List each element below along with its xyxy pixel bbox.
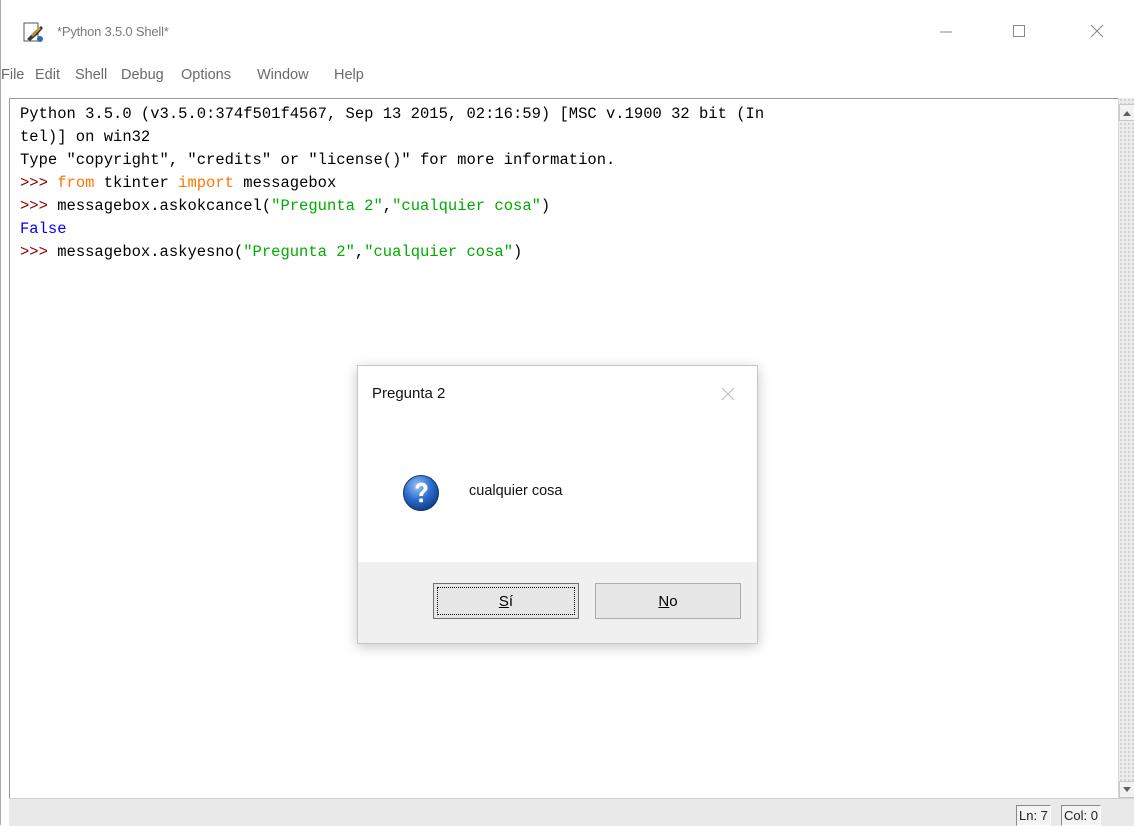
- arrow-up-icon: [1123, 110, 1131, 116]
- no-button-accelerator: N: [658, 592, 670, 610]
- code-text: ): [513, 243, 523, 261]
- maximize-button[interactable]: [999, 16, 1039, 46]
- code-text: messagebox.askyesno(: [57, 243, 244, 261]
- code-text: ): [540, 197, 551, 215]
- keyword: import: [178, 174, 234, 192]
- shell-output: Python 3.5.0 (v3.5.0:374f501f4567, Sep 1…: [20, 103, 764, 264]
- code-text: messagebox: [233, 174, 337, 192]
- menu-file[interactable]: File: [1, 67, 24, 83]
- dialog-button-area: Sí No: [358, 562, 757, 643]
- code-text: ,: [382, 197, 393, 215]
- output-line: False: [20, 220, 67, 238]
- scroll-up-button[interactable]: [1119, 104, 1134, 121]
- banner-line: tel)] on win32: [20, 128, 151, 146]
- menu-options[interactable]: Options: [181, 67, 231, 83]
- string-literal: "cualquier cosa": [392, 197, 541, 215]
- status-bar: Ln: 7 Col: 0: [9, 798, 1134, 826]
- banner-line: Python 3.5.0 (v3.5.0:374f501f4567, Sep 1…: [20, 105, 765, 123]
- arrow-down-icon: [1123, 786, 1131, 792]
- close-icon: [721, 387, 735, 401]
- string-literal: "Pregunta 2": [243, 243, 355, 261]
- focus-ring: [437, 587, 575, 615]
- no-button-label: o: [669, 592, 678, 610]
- dialog-message: cualquier cosa: [469, 483, 563, 499]
- menu-debug[interactable]: Debug: [121, 67, 164, 83]
- menu-edit[interactable]: Edit: [35, 67, 60, 83]
- input-line: >>> from tkinter import messagebox: [20, 172, 764, 195]
- idle-feather-icon: [23, 22, 45, 44]
- messagebox-dialog: Pregunta 2 cualquier cosa Sí No: [357, 365, 758, 644]
- yes-button[interactable]: Sí: [433, 583, 579, 619]
- menu-help[interactable]: Help: [334, 67, 364, 83]
- dialog-close-button[interactable]: [713, 381, 743, 407]
- vertical-scrollbar[interactable]: [1118, 98, 1134, 798]
- code-text: tkinter: [94, 174, 179, 192]
- input-line: >>> messagebox.askyesno("Pregunta 2","cu…: [20, 241, 764, 264]
- close-icon: [1090, 24, 1104, 38]
- no-button[interactable]: No: [595, 583, 741, 619]
- code-text: messagebox.askokcancel(: [57, 197, 272, 215]
- scroll-down-button[interactable]: [1119, 781, 1134, 798]
- prompt: >>>: [20, 243, 58, 261]
- close-button[interactable]: [1077, 16, 1117, 46]
- minimize-icon: [940, 31, 952, 33]
- status-line: Ln: 7: [1016, 805, 1051, 826]
- input-line: >>> messagebox.askokcancel("Pregunta 2",…: [20, 195, 764, 218]
- minimize-button[interactable]: [926, 16, 966, 46]
- prompt: >>>: [20, 197, 58, 215]
- keyword: from: [57, 174, 95, 192]
- menu-shell[interactable]: Shell: [75, 67, 107, 83]
- maximize-icon: [1013, 25, 1025, 37]
- window-title: *Python 3.5.0 Shell*: [57, 24, 169, 39]
- code-text: ,: [354, 243, 365, 261]
- question-icon: [402, 474, 440, 512]
- title-bar[interactable]: *Python 3.5.0 Shell*: [1, 0, 1134, 60]
- menu-bar: File Edit Shell Debug Options Window Hel…: [1, 62, 1134, 90]
- banner-line: Type "copyright", "credits" or "license(…: [20, 151, 616, 169]
- string-literal: "Pregunta 2": [271, 197, 383, 215]
- menu-window[interactable]: Window: [257, 67, 309, 83]
- prompt: >>>: [20, 174, 58, 192]
- status-column: Col: 0: [1061, 805, 1101, 826]
- string-literal: "cualquier cosa": [364, 243, 514, 261]
- dialog-title: Pregunta 2: [372, 385, 446, 402]
